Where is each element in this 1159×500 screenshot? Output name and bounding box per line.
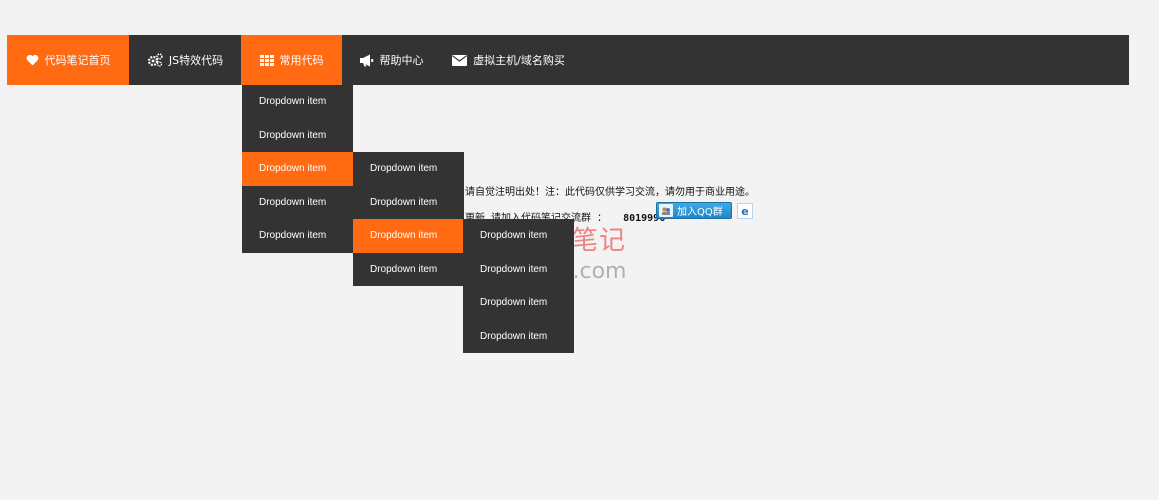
nav-item-common-code[interactable]: 常用代码 xyxy=(241,35,342,85)
dropdown-menu-level-1: Dropdown item Dropdown item Dropdown ite… xyxy=(242,85,353,253)
nav-item-vhost-domain[interactable]: 虚拟主机/域名购买 xyxy=(440,35,577,85)
dropdown-item[interactable]: Dropdown item xyxy=(353,253,464,287)
gears-icon xyxy=(147,53,163,67)
envelope-icon xyxy=(452,54,468,66)
nav-item-vhost-domain-label: 虚拟主机/域名购买 xyxy=(473,54,565,67)
megaphone-icon xyxy=(359,54,374,67)
dropdown-item-submenu[interactable]: Dropdown item xyxy=(242,152,353,186)
qq-avatar-icon xyxy=(659,204,673,217)
join-qq-group-button[interactable]: 加入QQ群 xyxy=(656,202,732,219)
dropdown-item[interactable]: Dropdown item xyxy=(463,286,574,320)
nav-item-help-center[interactable]: 帮助中心 xyxy=(342,35,440,85)
dropdown-item[interactable]: Dropdown item xyxy=(242,219,353,253)
nav-item-common-code-label: 常用代码 xyxy=(279,54,324,67)
nav-item-home[interactable]: 代码笔记首页 xyxy=(7,35,129,85)
qq-button-label: 加入QQ群 xyxy=(677,207,723,218)
nav-item-js-effects-label: JS特效代码 xyxy=(168,54,224,67)
grid-icon xyxy=(259,54,274,66)
browser-e-icon[interactable]: e xyxy=(737,203,753,219)
dropdown-item-submenu[interactable]: Dropdown item xyxy=(353,219,464,253)
dropdown-menu-level-2: Dropdown item Dropdown item Dropdown ite… xyxy=(353,152,464,286)
dropdown-menu-level-3: Dropdown item Dropdown item Dropdown ite… xyxy=(463,219,574,353)
dropdown-item[interactable]: Dropdown item xyxy=(463,320,574,354)
dropdown-item[interactable]: Dropdown item xyxy=(242,85,353,119)
notice-line-1: 请自觉注明出处！注：此代码仅供学习交流，请勿用于商业用途。 xyxy=(465,187,755,198)
nav-item-home-label: 代码笔记首页 xyxy=(44,54,111,67)
dropdown-item[interactable]: Dropdown item xyxy=(242,119,353,153)
dropdown-item[interactable]: Dropdown item xyxy=(463,253,574,287)
nav-item-help-center-label: 帮助中心 xyxy=(379,54,424,67)
dropdown-item[interactable]: Dropdown item xyxy=(353,186,464,220)
heart-icon xyxy=(26,54,39,66)
dropdown-item[interactable]: Dropdown item xyxy=(463,219,574,253)
main-navbar: 代码笔记首页 JS特效代码 常用代码 帮助中心 虚拟主机/域名购买 xyxy=(7,35,1129,85)
dropdown-item[interactable]: Dropdown item xyxy=(242,186,353,220)
nav-item-js-effects[interactable]: JS特效代码 xyxy=(129,35,241,85)
dropdown-item[interactable]: Dropdown item xyxy=(353,152,464,186)
